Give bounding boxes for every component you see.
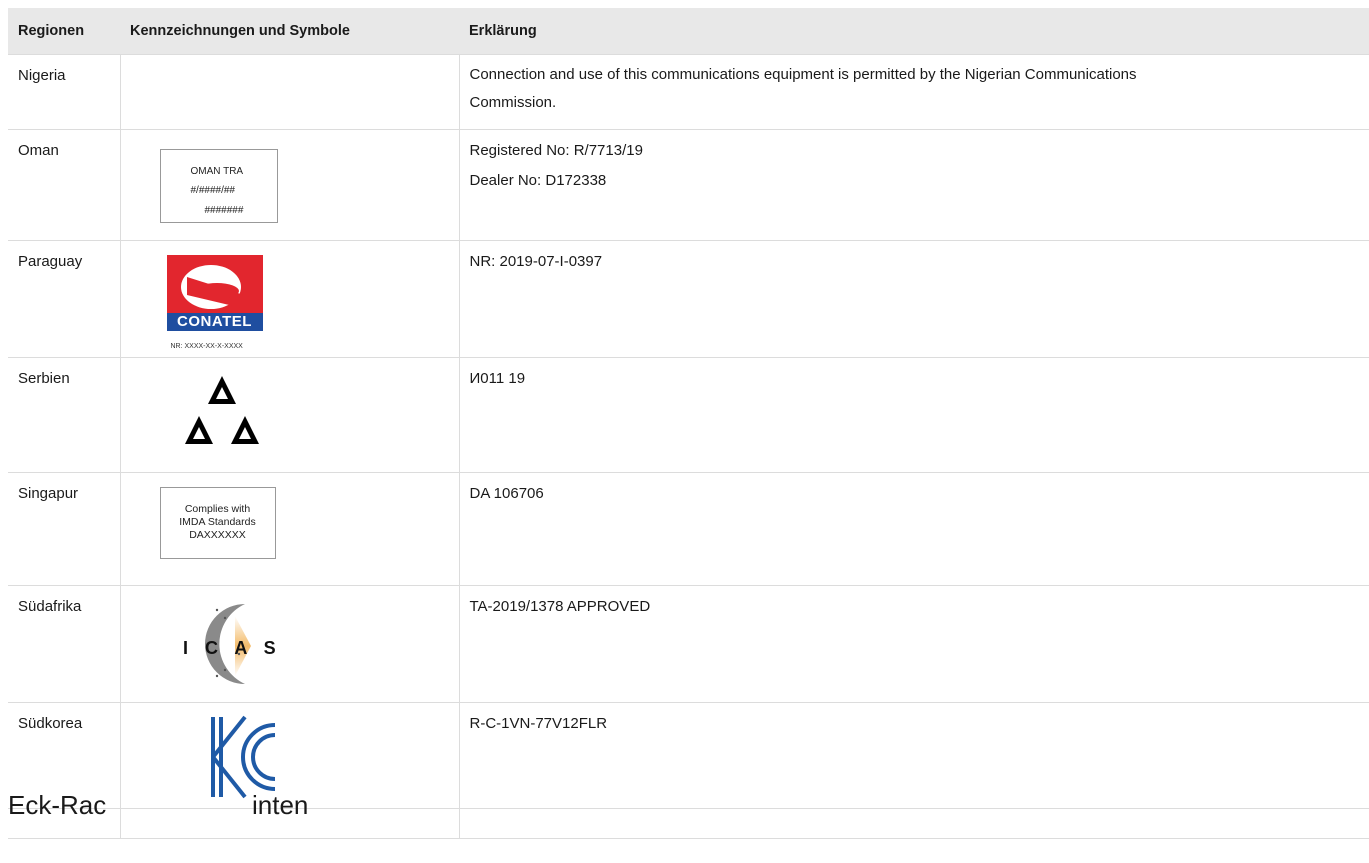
header-explanation: Erklärung	[459, 8, 1369, 55]
explanation-cell: И011 19	[458, 357, 1369, 473]
table-header-row: Regionen Kennzeichnungen und Symbole Erk…	[8, 8, 1369, 55]
symbol-cell: OMAN TRA #/####/## #######	[119, 129, 460, 241]
region-cell: Südkorea	[8, 702, 121, 809]
header-markings: Kennzeichnungen und Symbole	[120, 8, 459, 55]
oman-tra-label: OMAN TRA #/####/## #######	[159, 149, 278, 223]
explanation-cell: DA 106706	[458, 472, 1369, 586]
imda-line: DAXXXXXX	[189, 529, 246, 541]
serbia-triple-a-icon	[184, 376, 259, 444]
region-cell: Singapur	[8, 472, 121, 586]
conatel-logo: CONATEL NR: XXXX-XX-X-XXXX	[166, 255, 267, 362]
explanation-cell: TA-2019/1378 APPROVED	[458, 585, 1369, 703]
header-region: Regionen	[8, 8, 120, 55]
table-row: Paraguay CONATEL NR: XXXX-XX-X-XXXX NR: …	[8, 240, 1369, 358]
kc-mark-icon	[210, 715, 275, 799]
imda-label: Complies with IMDA Standards DAXXXXXX	[159, 487, 276, 559]
symbol-cell	[119, 54, 460, 130]
icasa-wordmark: I C A S A	[183, 638, 291, 658]
symbol-cell	[119, 808, 460, 839]
symbol-cell: CONATEL NR: XXXX-XX-X-XXXX	[119, 240, 460, 358]
oman-tra-dealer: #######	[204, 205, 244, 216]
explanation-cell: Registered No: R/7713/19 Dealer No: D172…	[458, 129, 1369, 241]
explanation-cell	[458, 808, 1369, 839]
explanation-cell: R-C-1VN-77V12FLR	[458, 702, 1369, 809]
symbol-cell	[119, 357, 460, 473]
regulatory-table: Regionen Kennzeichnungen und Symbole Erk…	[8, 8, 1369, 839]
region-cell: Nigeria	[8, 54, 121, 130]
conatel-emblem-icon	[166, 255, 263, 313]
symbol-cell: Complies with IMDA Standards DAXXXXXX	[119, 472, 460, 586]
symbol-cell	[119, 702, 460, 809]
region-cell: Oman	[8, 129, 121, 241]
table-row: Serbien И011 19	[8, 357, 1369, 473]
explanation-cell: NR: 2019-07-I-0397	[458, 240, 1369, 358]
table-row: Nigeria Connection and use of this commu…	[8, 54, 1369, 130]
explanation-line: Connection and use of this communication…	[469, 66, 1137, 83]
table-row: Singapur Complies with IMDA Standards DA…	[8, 472, 1369, 586]
explanation-line: Dealer No: D172338	[469, 172, 607, 189]
symbol-cell: I C A S A	[119, 585, 460, 703]
explanation-cell: Connection and use of this communication…	[458, 54, 1369, 130]
imda-line: Complies with	[184, 503, 251, 515]
table-row	[8, 808, 1369, 839]
region-cell: Paraguay	[8, 240, 121, 358]
explanation-line: Registered No: R/7713/19	[469, 142, 643, 159]
imda-line: IMDA Standards	[179, 516, 256, 528]
region-cell: Serbien	[8, 357, 121, 473]
conatel-wordmark: CONATEL	[166, 313, 263, 331]
table-row: Oman OMAN TRA #/####/## ####### Register…	[8, 129, 1369, 241]
table-row: Südafrika I C A S TA-2019/1378 APPROVED	[8, 585, 1369, 703]
table-row: Südkorea R-C-1VN-77V12FLR	[8, 702, 1369, 809]
region-cell: Südafrika	[8, 585, 121, 703]
region-cell	[8, 808, 121, 839]
icasa-logo-icon: I C A S A	[183, 604, 291, 684]
explanation-line: Commission.	[469, 94, 557, 111]
